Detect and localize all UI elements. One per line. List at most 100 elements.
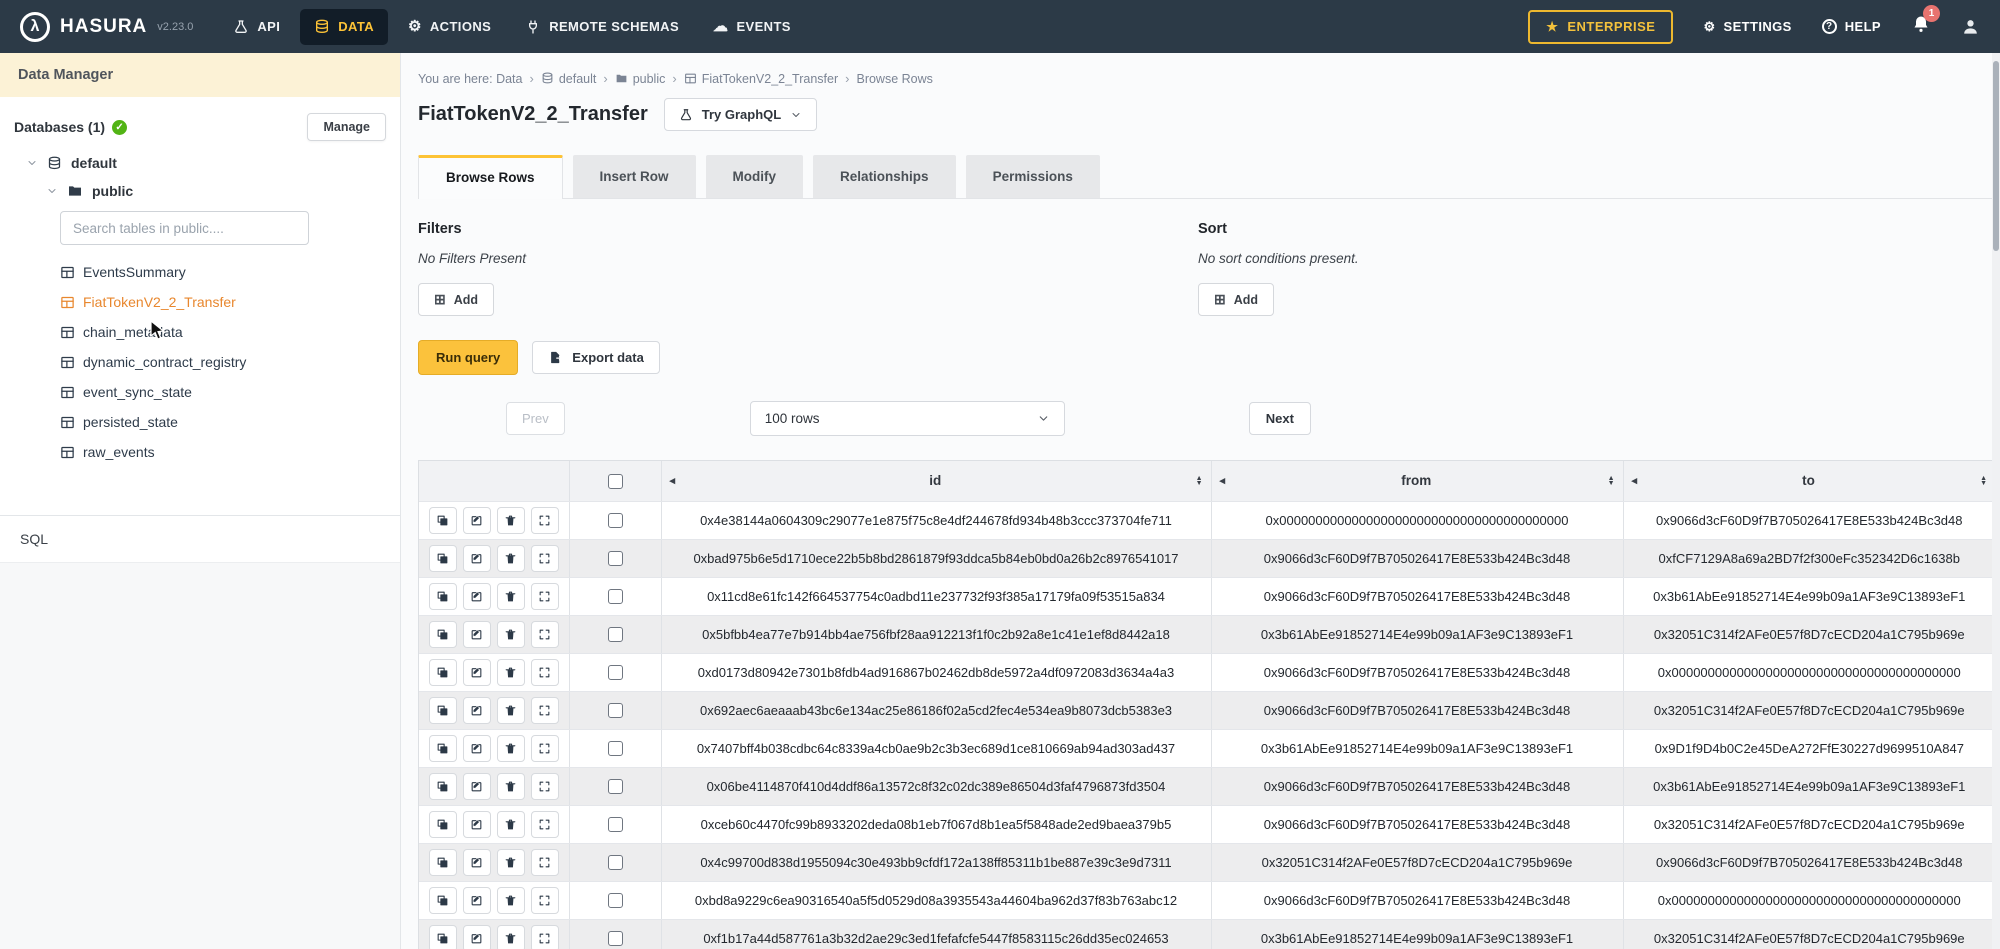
search-tables-input[interactable] <box>60 211 309 245</box>
chevron-down-icon[interactable] <box>26 157 38 169</box>
database-tree-item[interactable]: default <box>26 155 386 171</box>
user-icon[interactable] <box>1961 17 1980 36</box>
edit-row-button[interactable] <box>463 659 491 686</box>
sort-icon[interactable]: ▲▼ <box>1980 476 1987 486</box>
manage-button[interactable]: Manage <box>307 113 386 141</box>
edit-row-button[interactable] <box>463 735 491 762</box>
clone-row-button[interactable] <box>429 925 457 949</box>
tab-insert-row[interactable]: Insert Row <box>573 155 696 198</box>
clone-row-button[interactable] <box>429 811 457 838</box>
settings-button[interactable]: ⚙ SETTINGS <box>1703 19 1791 35</box>
delete-row-button[interactable] <box>497 697 525 724</box>
row-checkbox[interactable] <box>608 893 623 908</box>
row-checkbox[interactable] <box>608 627 623 642</box>
help-button[interactable]: ? HELP <box>1822 19 1881 34</box>
clone-row-button[interactable] <box>429 735 457 762</box>
try-graphql-button[interactable]: Try GraphQL <box>664 98 817 131</box>
sort-icon[interactable]: ▲▼ <box>1196 476 1203 486</box>
nav-item-actions[interactable]: ⚙ ACTIONS <box>394 9 505 44</box>
select-all-checkbox[interactable] <box>608 474 623 489</box>
sidebar-table-item[interactable]: persisted_state <box>60 407 386 437</box>
expand-row-button[interactable] <box>531 583 559 610</box>
nav-item-events[interactable]: ☁ EVENTS <box>699 9 805 44</box>
sidebar-table-item[interactable]: dynamic_contract_registry <box>60 347 386 377</box>
export-data-button[interactable]: Export data <box>532 341 660 374</box>
row-checkbox[interactable] <box>608 513 623 528</box>
clone-row-button[interactable] <box>429 773 457 800</box>
delete-row-button[interactable] <box>497 659 525 686</box>
sidebar-table-item[interactable]: chain_metadata <box>60 317 386 347</box>
scrollbar-thumb[interactable] <box>1993 61 1999 251</box>
row-checkbox[interactable] <box>608 855 623 870</box>
clone-row-button[interactable] <box>429 887 457 914</box>
edit-row-button[interactable] <box>463 773 491 800</box>
column-header-to[interactable]: ◂ to ▲▼ <box>1623 461 1995 501</box>
nav-item-data[interactable]: DATA <box>300 9 388 45</box>
delete-row-button[interactable] <box>497 773 525 800</box>
edit-row-button[interactable] <box>463 545 491 572</box>
row-checkbox[interactable] <box>608 551 623 566</box>
sidebar-table-item[interactable]: raw_events <box>60 437 386 467</box>
expand-row-button[interactable] <box>531 811 559 838</box>
nav-item-remote-schemas[interactable]: REMOTE SCHEMAS <box>511 9 693 45</box>
row-checkbox[interactable] <box>608 703 623 718</box>
clone-row-button[interactable] <box>429 583 457 610</box>
delete-row-button[interactable] <box>497 583 525 610</box>
expand-row-button[interactable] <box>531 887 559 914</box>
prev-page-button[interactable]: Prev <box>506 402 565 435</box>
delete-row-button[interactable] <box>497 621 525 648</box>
delete-row-button[interactable] <box>497 507 525 534</box>
breadcrumb-table[interactable]: FiatTokenV2_2_Transfer <box>684 72 838 86</box>
column-header-id[interactable]: ◂ id ▲▼ <box>661 461 1211 501</box>
clone-row-button[interactable] <box>429 507 457 534</box>
delete-row-button[interactable] <box>497 735 525 762</box>
row-checkbox[interactable] <box>608 779 623 794</box>
edit-row-button[interactable] <box>463 849 491 876</box>
add-sort-button[interactable]: ⊞ Add <box>1198 283 1274 316</box>
delete-row-button[interactable] <box>497 925 525 949</box>
delete-row-button[interactable] <box>497 849 525 876</box>
edit-row-button[interactable] <box>463 887 491 914</box>
breadcrumb-database[interactable]: default <box>541 72 597 86</box>
edit-row-button[interactable] <box>463 925 491 949</box>
edit-row-button[interactable] <box>463 621 491 648</box>
clone-row-button[interactable] <box>429 849 457 876</box>
row-checkbox[interactable] <box>608 665 623 680</box>
expand-row-button[interactable] <box>531 925 559 949</box>
add-filter-button[interactable]: ⊞ Add <box>418 283 494 316</box>
tab-relationships[interactable]: Relationships <box>813 155 956 198</box>
clone-row-button[interactable] <box>429 621 457 648</box>
expand-row-button[interactable] <box>531 621 559 648</box>
chevron-down-icon[interactable] <box>46 185 58 197</box>
tab-permissions[interactable]: Permissions <box>966 155 1100 198</box>
breadcrumb-schema[interactable]: public <box>615 72 666 86</box>
sidebar-table-item[interactable]: event_sync_state <box>60 377 386 407</box>
expand-row-button[interactable] <box>531 773 559 800</box>
delete-row-button[interactable] <box>497 545 525 572</box>
run-query-button[interactable]: Run query <box>418 340 518 375</box>
sort-icon[interactable]: ▲▼ <box>1608 476 1615 486</box>
clone-row-button[interactable] <box>429 659 457 686</box>
nav-item-api[interactable]: API <box>219 9 294 45</box>
breadcrumb-root[interactable]: You are here: Data <box>418 72 522 86</box>
delete-row-button[interactable] <box>497 811 525 838</box>
sidebar-item-sql[interactable]: SQL <box>0 515 400 562</box>
row-checkbox[interactable] <box>608 741 623 756</box>
expand-row-button[interactable] <box>531 659 559 686</box>
sidebar-table-item[interactable]: EventsSummary <box>60 257 386 287</box>
row-checkbox[interactable] <box>608 589 623 604</box>
column-header-from[interactable]: ◂ from ▲▼ <box>1211 461 1623 501</box>
clone-row-button[interactable] <box>429 545 457 572</box>
expand-row-button[interactable] <box>531 507 559 534</box>
tab-modify[interactable]: Modify <box>706 155 804 198</box>
schema-tree-item[interactable]: public <box>46 183 386 199</box>
delete-row-button[interactable] <box>497 887 525 914</box>
edit-row-button[interactable] <box>463 697 491 724</box>
row-checkbox[interactable] <box>608 817 623 832</box>
edit-row-button[interactable] <box>463 507 491 534</box>
tab-browse-rows[interactable]: Browse Rows <box>418 155 563 199</box>
edit-row-button[interactable] <box>463 583 491 610</box>
clone-row-button[interactable] <box>429 697 457 724</box>
expand-row-button[interactable] <box>531 849 559 876</box>
page-scrollbar[interactable] <box>1992 53 2000 949</box>
